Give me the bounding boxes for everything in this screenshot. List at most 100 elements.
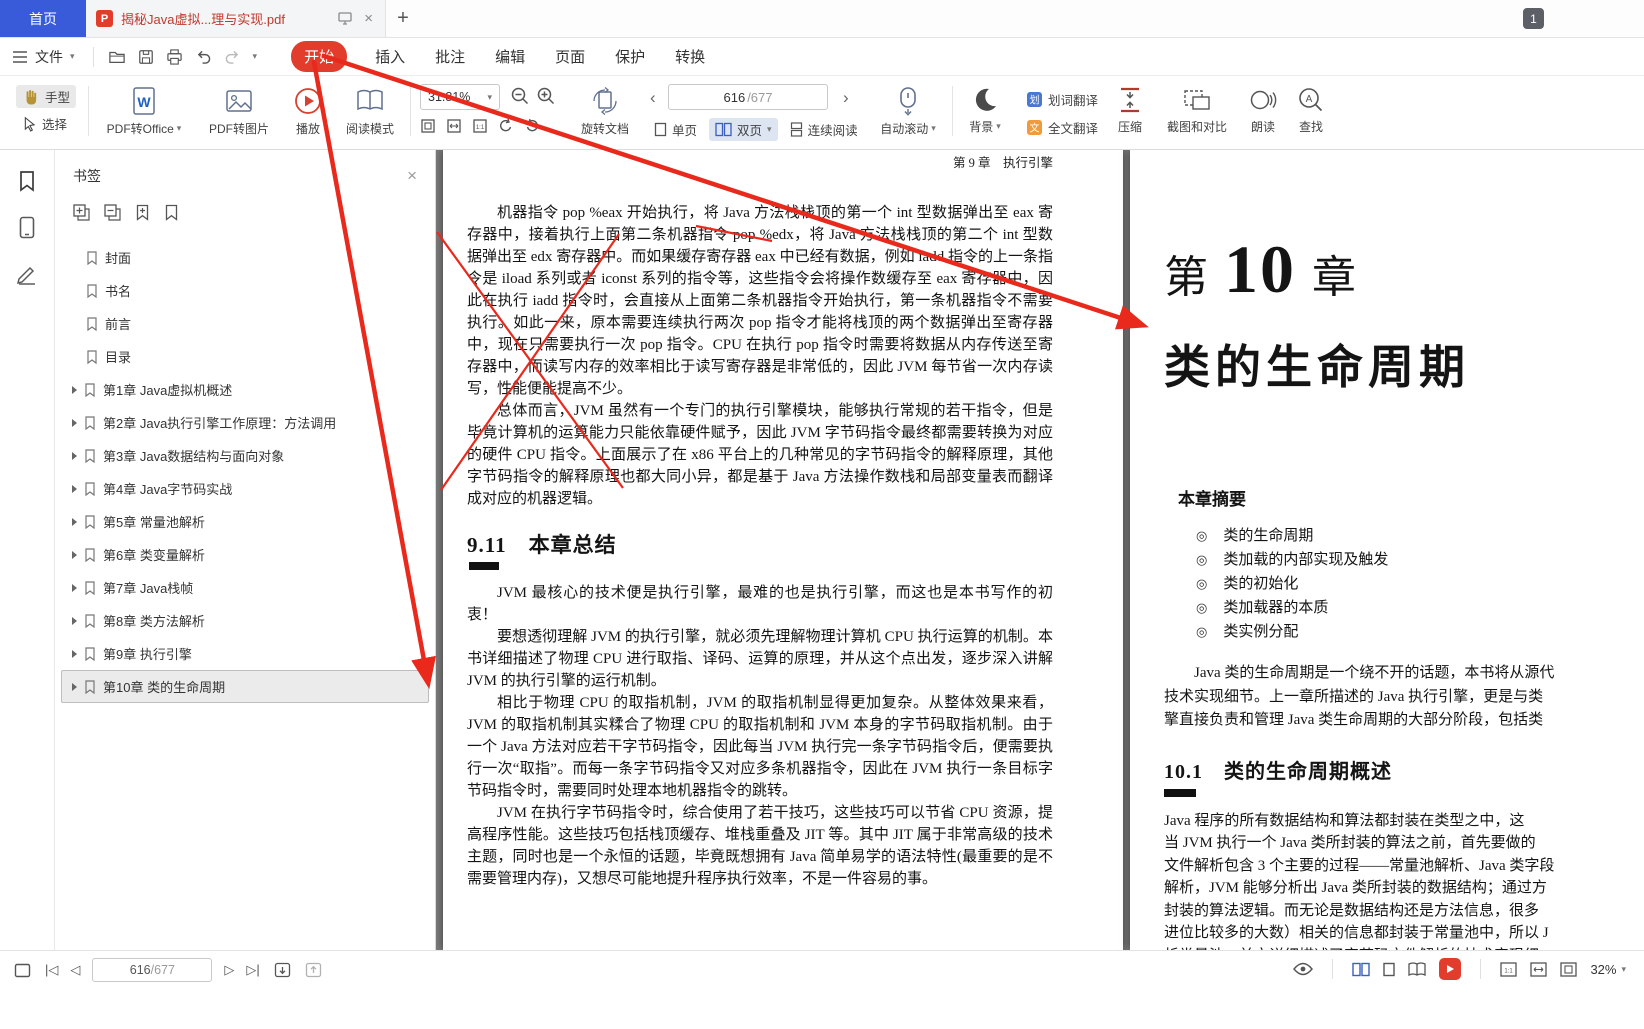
double-page-button[interactable]: 双页 ▾ [709, 118, 778, 141]
forward-position-icon[interactable] [305, 962, 322, 978]
actual-size-icon[interactable]: 1:1 [1500, 962, 1517, 977]
add-bookmark-icon[interactable] [135, 204, 150, 221]
svg-text:文: 文 [1030, 122, 1040, 135]
zoom-level-control[interactable]: 32% ▾ [1590, 962, 1626, 977]
first-page-icon[interactable]: |◁ [45, 962, 58, 978]
single-page-view-icon[interactable] [1383, 962, 1395, 977]
bookmark-item-ch7[interactable]: 第7章 Java栈帧 [61, 571, 429, 604]
tab-convert[interactable]: 转换 [673, 42, 707, 71]
rotate-left-icon[interactable] [498, 118, 514, 134]
bookmark-item-ch10[interactable]: 第10章 类的生命周期 [61, 670, 429, 703]
next-page-icon[interactable]: ▷ [224, 962, 234, 978]
zoom-out-icon[interactable] [510, 86, 530, 106]
rotate-right-icon[interactable] [524, 118, 540, 134]
close-panel-icon[interactable]: × [407, 166, 417, 186]
page-number-input[interactable]: 616 /677 [668, 84, 828, 110]
zoom-in-icon[interactable] [536, 86, 556, 106]
actual-size-icon[interactable]: 1:1 [472, 118, 488, 134]
bookmark-item-ch2[interactable]: 第2章 Java执行引擎工作原理：方法调用 [61, 406, 429, 439]
new-tab-button[interactable]: + [386, 0, 420, 37]
previous-page-icon[interactable]: ‹ [650, 89, 656, 106]
expand-all-icon[interactable] [73, 204, 90, 221]
save-icon[interactable] [138, 49, 154, 65]
bookmark-item-toc[interactable]: 目录 [61, 340, 429, 373]
fit-width-icon[interactable] [1530, 962, 1547, 977]
previous-page-icon[interactable]: ◁ [70, 962, 80, 978]
back-to-position-icon[interactable] [274, 962, 291, 978]
zoom-input[interactable]: 31.81% ▾ [420, 84, 500, 110]
hand-tool-button[interactable]: 手型 [16, 85, 76, 108]
rotate-document-button[interactable]: 旋转文档 [570, 86, 640, 137]
tab-page[interactable]: 页面 [553, 42, 587, 71]
fit-width-icon[interactable] [446, 118, 462, 134]
full-translate-button[interactable]: 文 全文翻译 [1020, 116, 1104, 139]
bookmark-item-preface[interactable]: 前言 [61, 307, 429, 340]
bookmark-item-title[interactable]: 书名 [61, 274, 429, 307]
last-page-icon[interactable]: ▷| [246, 962, 259, 978]
bookmark-item-ch6[interactable]: 第6章 类变量解析 [61, 538, 429, 571]
next-page-icon[interactable]: › [843, 89, 849, 106]
fit-page-icon[interactable] [1560, 962, 1577, 977]
chevron-right-icon[interactable] [72, 584, 77, 592]
bookmark-item-ch5[interactable]: 第5章 常量池解析 [61, 505, 429, 538]
window-mode-icon[interactable] [14, 963, 31, 978]
redo-icon[interactable] [224, 49, 241, 64]
single-page-button[interactable]: 单页 [648, 118, 703, 141]
book-view-icon[interactable] [1408, 962, 1426, 977]
find-button[interactable]: A 查找 [1290, 86, 1332, 135]
chevron-right-icon[interactable] [72, 518, 77, 526]
print-icon[interactable] [166, 49, 183, 65]
collapse-all-icon[interactable] [104, 204, 121, 221]
signature-icon[interactable] [16, 263, 38, 285]
tab-protect[interactable]: 保护 [613, 42, 647, 71]
bookmarks-panel-icon[interactable] [17, 170, 37, 192]
fit-page-icon[interactable] [420, 118, 436, 134]
play-slideshow-button[interactable] [1439, 958, 1461, 980]
chevron-right-icon[interactable] [72, 452, 77, 460]
chevron-right-icon[interactable] [72, 683, 77, 691]
chevron-right-icon[interactable] [72, 386, 77, 394]
chevron-right-icon[interactable] [72, 485, 77, 493]
tab-edit[interactable]: 编辑 [493, 42, 527, 71]
document-canvas[interactable]: 第 9 章 执行引擎 机器指令 pop %eax 开始执行，将 Java 方法栈… [436, 150, 1644, 950]
chevron-right-icon[interactable] [72, 650, 77, 658]
screenshot-compare-button[interactable]: 截图和对比 [1158, 86, 1236, 135]
tab-close-icon[interactable]: × [362, 10, 375, 27]
compress-button[interactable]: 压缩 [1106, 86, 1154, 135]
pdf-to-office-button[interactable]: W PDF转Office▾ [98, 86, 190, 137]
tab-insert[interactable]: 插入 [373, 42, 407, 71]
chevron-right-icon[interactable] [72, 551, 77, 559]
word-translate-button[interactable]: 划 划词翻译 [1020, 88, 1104, 111]
bookmark-list-icon[interactable] [164, 204, 179, 221]
play-button[interactable]: 播放 [286, 86, 330, 137]
bookmark-item-cover[interactable]: 封面 [61, 241, 429, 274]
background-button[interactable]: 背景▾ [960, 86, 1010, 135]
pdf-to-image-button[interactable]: PDF转图片 [196, 86, 282, 137]
page-number-input[interactable]: 616 /677 [92, 958, 212, 982]
auto-scroll-button[interactable]: 自动滚动▾ [872, 86, 944, 137]
more-commands-icon[interactable]: ▾ [253, 52, 258, 61]
tab-monitor-icon[interactable] [336, 12, 354, 25]
tab-home[interactable]: 首页 [0, 0, 86, 37]
bookmark-item-ch4[interactable]: 第4章 Java字节码实战 [61, 472, 429, 505]
bookmark-item-ch8[interactable]: 第8章 类方法解析 [61, 604, 429, 637]
chevron-right-icon[interactable] [72, 419, 77, 427]
eye-protect-icon[interactable] [1293, 962, 1313, 976]
bookmark-item-ch9[interactable]: 第9章 执行引擎 [61, 637, 429, 670]
continuous-read-button[interactable]: 连续阅读 [784, 118, 864, 141]
file-menu[interactable]: 文件 ▾ [0, 47, 87, 67]
two-column-view-icon[interactable] [1352, 962, 1370, 977]
read-mode-button[interactable]: 阅读模式 [338, 86, 402, 137]
select-tool-button[interactable]: 选择 [16, 112, 76, 135]
undo-icon[interactable] [195, 49, 212, 64]
read-aloud-button[interactable]: 朗读 [1242, 86, 1284, 135]
tab-start[interactable]: 开始 [291, 41, 347, 72]
tab-document[interactable]: P 揭秘Java虚拟...理与实现.pdf × [86, 0, 386, 37]
chevron-right-icon[interactable] [72, 617, 77, 625]
open-folder-icon[interactable] [108, 49, 126, 65]
tab-annotate[interactable]: 批注 [433, 42, 467, 71]
window-count-badge[interactable]: 1 [1523, 8, 1544, 29]
mobile-view-icon[interactable] [19, 216, 35, 239]
bookmark-item-ch3[interactable]: 第3章 Java数据结构与面向对象 [61, 439, 429, 472]
bookmark-item-ch1[interactable]: 第1章 Java虚拟机概述 [61, 373, 429, 406]
